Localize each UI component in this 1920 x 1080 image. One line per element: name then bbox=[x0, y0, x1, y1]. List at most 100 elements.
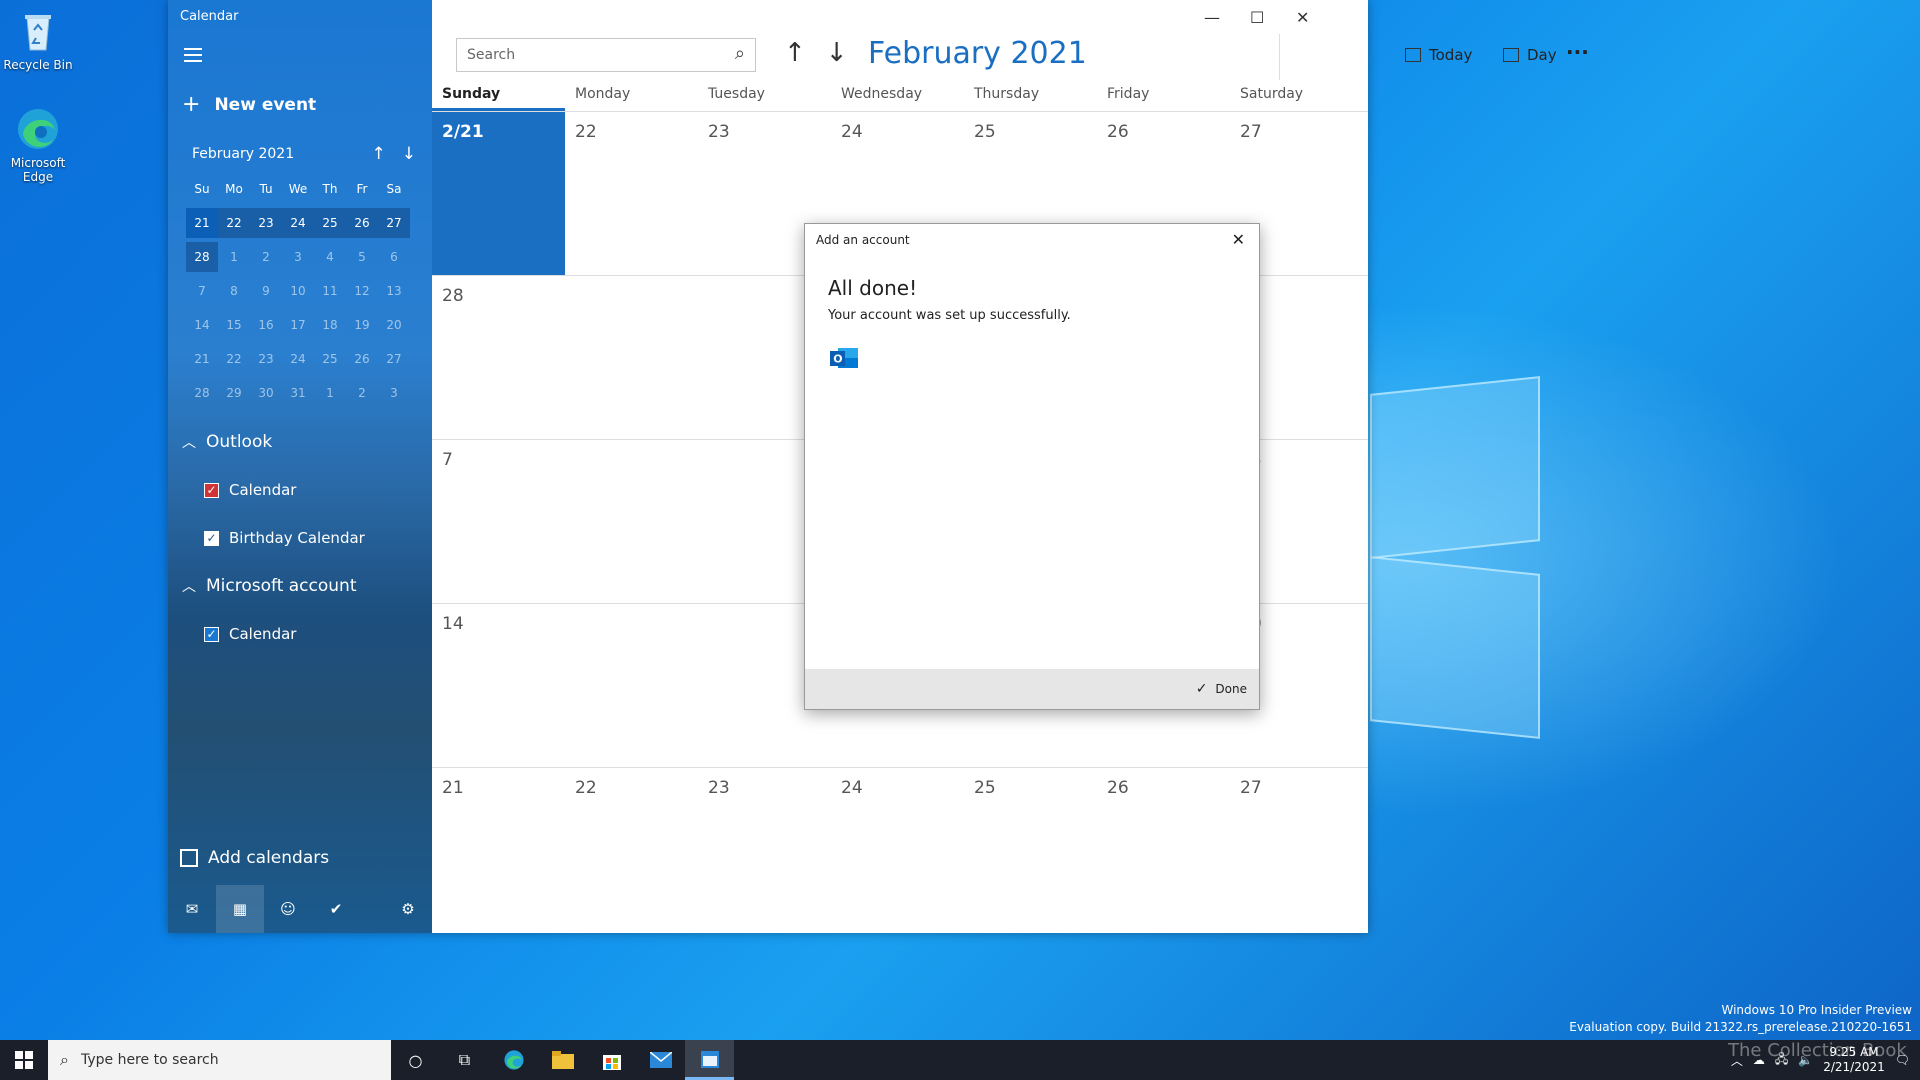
edge-taskbar-icon[interactable] bbox=[489, 1040, 538, 1080]
search-icon[interactable]: ⌕ bbox=[735, 43, 745, 64]
task-view-icon[interactable]: ⧉ bbox=[440, 1040, 489, 1080]
month-title[interactable]: February 2021 bbox=[868, 36, 1087, 71]
settings-gear-icon[interactable]: ⚙ bbox=[384, 885, 432, 933]
mini-day[interactable]: 21 bbox=[186, 208, 218, 238]
close-window-icon[interactable]: ✕ bbox=[1296, 8, 1309, 27]
calendar-icon[interactable]: ▦ bbox=[216, 885, 264, 933]
next-arrow-icon[interactable]: ↓ bbox=[826, 38, 848, 68]
start-button[interactable] bbox=[0, 1040, 48, 1080]
mini-day[interactable]: 29 bbox=[218, 386, 250, 400]
mini-day[interactable]: 8 bbox=[218, 284, 250, 298]
mini-day[interactable]: 25 bbox=[314, 352, 346, 366]
mini-next-arrow-icon[interactable]: ↓ bbox=[402, 144, 416, 164]
maximize-icon[interactable]: ☐ bbox=[1250, 8, 1264, 27]
people-icon[interactable]: ☺ bbox=[264, 885, 312, 933]
day-cell[interactable] bbox=[565, 604, 698, 767]
mini-day[interactable]: 23 bbox=[250, 208, 282, 238]
more-options-icon[interactable]: ··· bbox=[1566, 40, 1589, 64]
mini-day[interactable]: 17 bbox=[282, 318, 314, 332]
mini-day[interactable]: 27 bbox=[378, 208, 410, 238]
day-cell[interactable]: 7 bbox=[432, 440, 565, 603]
mini-day[interactable]: 1 bbox=[314, 386, 346, 400]
mini-day[interactable]: 30 bbox=[250, 386, 282, 400]
mini-day[interactable]: 23 bbox=[250, 352, 282, 366]
view-day-button[interactable]: Day bbox=[1503, 46, 1557, 64]
mini-day[interactable]: 3 bbox=[378, 386, 410, 400]
mini-day[interactable]: 2 bbox=[346, 386, 378, 400]
mini-day[interactable]: 12 bbox=[346, 284, 378, 298]
mini-day[interactable]: 1 bbox=[218, 250, 250, 264]
mini-day[interactable]: 24 bbox=[282, 208, 314, 238]
mini-day[interactable]: 19 bbox=[346, 318, 378, 332]
mini-day[interactable]: 28 bbox=[186, 386, 218, 400]
calendar-item-outlook-calendar[interactable]: ✓ Calendar bbox=[204, 481, 296, 499]
mini-day[interactable]: 15 bbox=[218, 318, 250, 332]
day-cell[interactable]: 26 bbox=[1097, 768, 1230, 932]
desktop-icon-recycle-bin[interactable]: Recycle Bin bbox=[0, 8, 78, 72]
day-cell[interactable] bbox=[565, 440, 698, 603]
day-cell[interactable] bbox=[565, 276, 698, 439]
today-button[interactable]: Today bbox=[1405, 46, 1472, 64]
mini-day[interactable]: 28 bbox=[186, 242, 218, 272]
day-cell[interactable]: 28 bbox=[432, 276, 565, 439]
day-cell[interactable]: 25 bbox=[964, 768, 1097, 932]
mini-day[interactable]: 25 bbox=[314, 208, 346, 238]
mini-prev-arrow-icon[interactable]: ↑ bbox=[372, 144, 386, 164]
day-cell[interactable]: 22 bbox=[565, 112, 698, 275]
mini-day[interactable]: 6 bbox=[378, 250, 410, 264]
mini-day[interactable]: 20 bbox=[378, 318, 410, 332]
mini-day[interactable]: 16 bbox=[250, 318, 282, 332]
calendar-item-microsoft-calendar[interactable]: ✓ Calendar bbox=[204, 625, 296, 643]
day-cell[interactable]: 23 bbox=[698, 768, 831, 932]
todo-check-icon[interactable]: ✔ bbox=[312, 885, 360, 933]
mini-day[interactable]: 4 bbox=[314, 250, 346, 264]
mini-day[interactable]: 7 bbox=[186, 284, 218, 298]
previous-arrow-icon[interactable]: ↑ bbox=[784, 38, 806, 68]
hamburger-menu-icon[interactable] bbox=[184, 48, 202, 62]
day-cell[interactable]: 2/21 bbox=[432, 112, 565, 275]
calendar-taskbar-icon[interactable] bbox=[685, 1040, 734, 1080]
mini-day[interactable]: 9 bbox=[250, 284, 282, 298]
mail-taskbar-icon[interactable] bbox=[636, 1040, 685, 1080]
mini-day[interactable]: 21 bbox=[186, 352, 218, 366]
mini-day[interactable]: 22 bbox=[218, 352, 250, 366]
checkbox-checked-icon[interactable]: ✓ bbox=[204, 482, 219, 498]
taskbar-search-input[interactable]: Type here to search bbox=[81, 1052, 219, 1068]
search-box[interactable]: Search ⌕ bbox=[456, 38, 756, 72]
day-cell[interactable]: 21 bbox=[432, 768, 565, 932]
mini-day[interactable]: 14 bbox=[186, 318, 218, 332]
mini-day[interactable]: 13 bbox=[378, 284, 410, 298]
desktop-icon-edge[interactable]: Microsoft Edge bbox=[0, 106, 78, 184]
day-cell[interactable]: 22 bbox=[565, 768, 698, 932]
mini-day[interactable]: 26 bbox=[346, 352, 378, 366]
mini-day[interactable]: 5 bbox=[346, 250, 378, 264]
day-cell[interactable]: 27 bbox=[1230, 768, 1363, 932]
store-icon[interactable] bbox=[587, 1040, 636, 1080]
file-explorer-icon[interactable] bbox=[538, 1040, 587, 1080]
cortana-icon[interactable]: ○ bbox=[391, 1040, 440, 1080]
new-event-button[interactable]: + New event bbox=[182, 92, 316, 117]
calendar-item-birthday[interactable]: ✓ Birthday Calendar bbox=[204, 529, 365, 547]
mini-day[interactable]: 10 bbox=[282, 284, 314, 298]
account-outlook-toggle[interactable]: ︿ Outlook bbox=[182, 432, 272, 452]
taskbar-search[interactable]: ⌕ Type here to search bbox=[48, 1040, 391, 1080]
mini-day[interactable]: 26 bbox=[346, 208, 378, 238]
checkbox-checked-icon[interactable]: ✓ bbox=[204, 626, 219, 642]
mini-day[interactable]: 31 bbox=[282, 386, 314, 400]
mini-day[interactable]: 27 bbox=[378, 352, 410, 366]
mini-day[interactable]: 11 bbox=[314, 284, 346, 298]
mini-day[interactable]: 18 bbox=[314, 318, 346, 332]
done-button[interactable]: ✓ Done bbox=[1196, 681, 1247, 697]
search-input[interactable]: Search bbox=[467, 47, 515, 63]
mini-day[interactable]: 22 bbox=[218, 208, 250, 238]
mini-month-label[interactable]: February 2021 bbox=[192, 146, 294, 162]
minimize-icon[interactable]: — bbox=[1204, 8, 1220, 27]
mini-day[interactable]: 3 bbox=[282, 250, 314, 264]
dialog-close-icon[interactable]: ✕ bbox=[1232, 230, 1245, 249]
day-cell[interactable]: 24 bbox=[831, 768, 964, 932]
mail-icon[interactable]: ✉ bbox=[168, 885, 216, 933]
day-cell[interactable]: 14 bbox=[432, 604, 565, 767]
mini-day[interactable]: 24 bbox=[282, 352, 314, 366]
add-calendars-button[interactable]: Add calendars bbox=[180, 848, 329, 868]
account-microsoft-toggle[interactable]: ︿ Microsoft account bbox=[182, 576, 357, 596]
